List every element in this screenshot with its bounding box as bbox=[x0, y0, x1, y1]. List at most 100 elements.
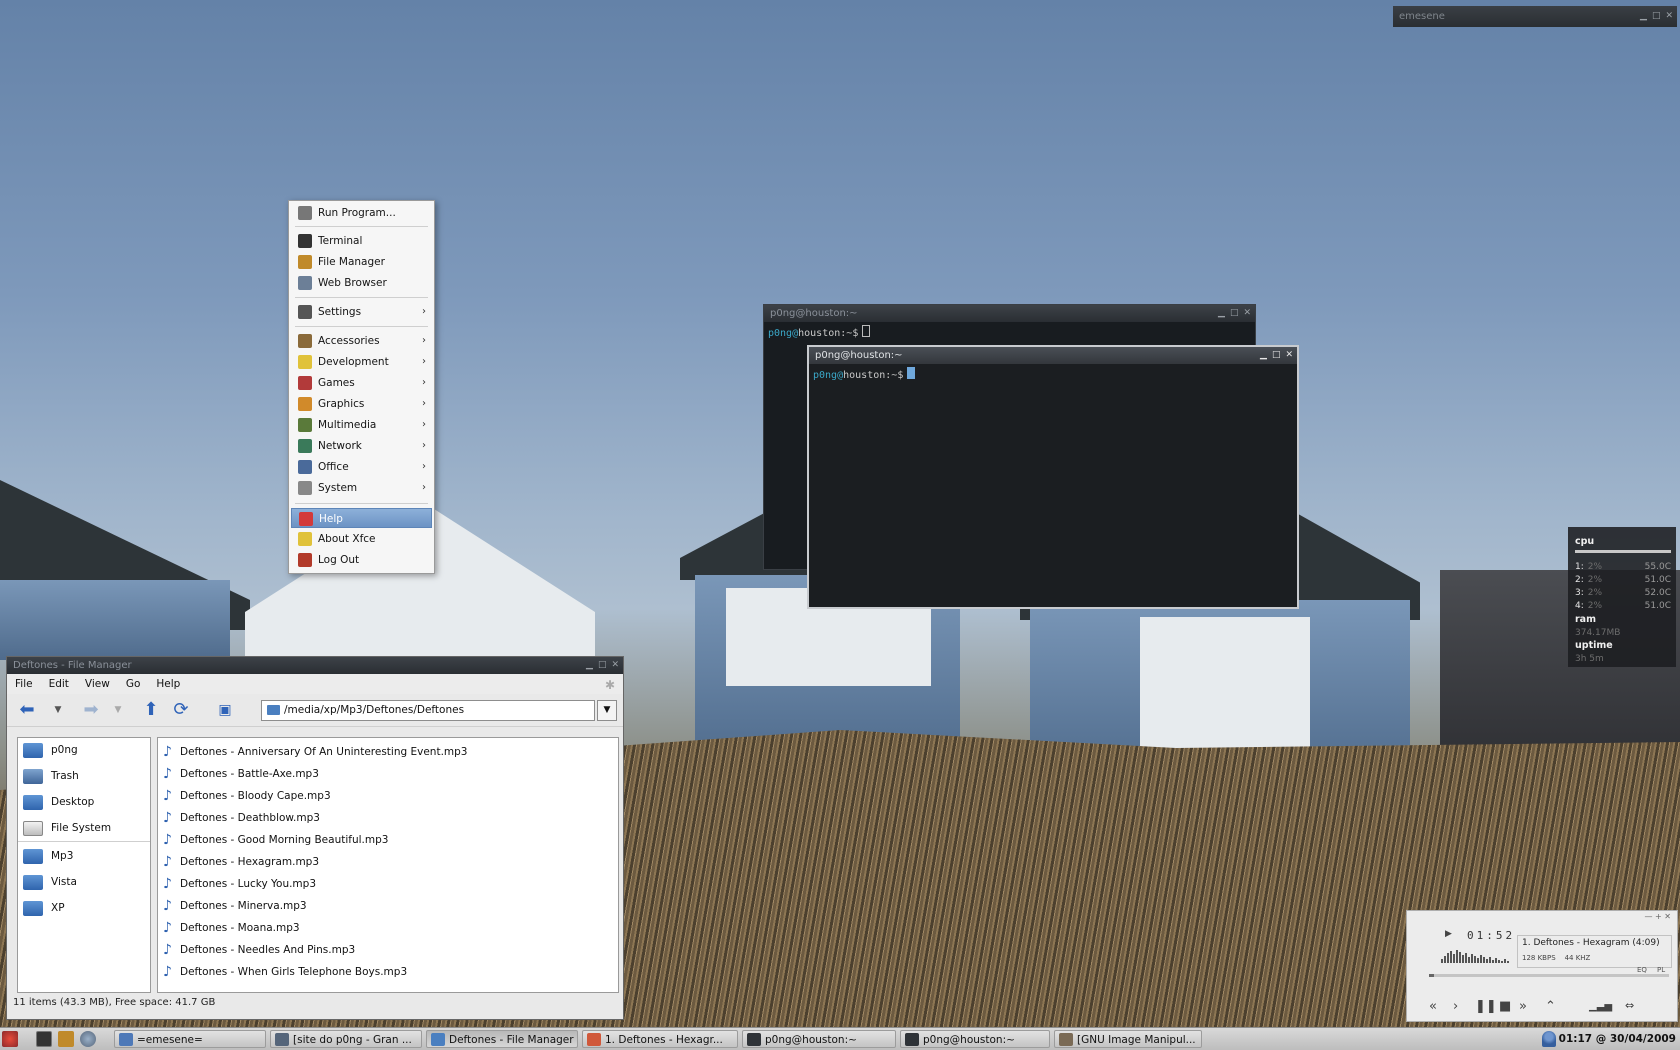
file-row[interactable]: ♪ Deftones - When Girls Telephone Boys.mp… bbox=[158, 961, 618, 983]
file-manager-titlebar[interactable]: Deftones - File Manager ▁ □ ✕ bbox=[7, 657, 623, 674]
minimize-icon[interactable]: ▁ bbox=[1640, 6, 1647, 27]
taskbar-button[interactable]: p0ng@houston:~ bbox=[742, 1030, 896, 1048]
player-window-controls[interactable]: — + ✕ bbox=[1645, 912, 1672, 921]
taskbar-button[interactable]: p0ng@houston:~ bbox=[900, 1030, 1050, 1048]
menu-item-multimedia[interactable]: Multimedia › bbox=[291, 415, 432, 435]
taskbar-button[interactable]: =emesene= bbox=[114, 1030, 266, 1048]
menu-item-office[interactable]: Office › bbox=[291, 457, 432, 477]
file-manager-launcher-icon[interactable] bbox=[58, 1031, 74, 1047]
terminal-front-content[interactable]: p0ng@houston:~$ bbox=[813, 367, 1293, 603]
sidebar-item-vista[interactable]: Vista bbox=[18, 870, 150, 894]
back-history-dropdown[interactable]: ▼ bbox=[53, 700, 63, 720]
sidebar-item-mp3[interactable]: Mp3 bbox=[18, 844, 150, 868]
equalizer-toggle[interactable]: EQ bbox=[1637, 966, 1647, 974]
browser-launcher-icon[interactable] bbox=[80, 1031, 96, 1047]
terminal-window-front[interactable]: p0ng@houston:~ ▁ □ ✕ p0ng@houston:~$ bbox=[807, 345, 1299, 609]
taskbar-button[interactable]: [GNU Image Manipul... bbox=[1054, 1030, 1202, 1048]
menu-item-terminal[interactable]: Terminal bbox=[291, 231, 432, 251]
menu-file[interactable]: File bbox=[7, 674, 41, 694]
playlist-toggle[interactable]: PL bbox=[1657, 966, 1665, 974]
file-row[interactable]: ♪ Deftones - Hexagram.mp3 bbox=[158, 851, 618, 873]
forward-history-dropdown[interactable]: ▼ bbox=[113, 700, 123, 720]
menu-item-run-program[interactable]: Run Program... bbox=[291, 203, 432, 223]
play-icon[interactable]: › bbox=[1453, 999, 1458, 1014]
file-row[interactable]: ♪ Deftones - Anniversary Of An Uninterest… bbox=[158, 741, 618, 763]
sidebar-item-desktop[interactable]: Desktop bbox=[18, 790, 150, 814]
next-track-icon[interactable]: » bbox=[1519, 999, 1527, 1014]
user-tray-icon[interactable] bbox=[1542, 1031, 1556, 1047]
volume-icon[interactable]: ▁▃▅ bbox=[1589, 1001, 1612, 1012]
menu-item-development[interactable]: Development › bbox=[291, 352, 432, 372]
sidebar-item-trash[interactable]: Trash bbox=[18, 764, 150, 788]
forward-arrow-icon[interactable]: ➡ bbox=[81, 700, 101, 720]
core-temperature: 51.0C bbox=[1644, 575, 1671, 585]
close-icon[interactable]: ✕ bbox=[611, 657, 619, 674]
terminal-icon bbox=[298, 234, 312, 248]
menu-item-label: Terminal bbox=[318, 235, 363, 247]
location-bar[interactable]: /media/xp/Mp3/Deftones/Deftones bbox=[261, 700, 595, 721]
close-icon[interactable]: ✕ bbox=[1285, 347, 1293, 364]
maximize-icon[interactable]: □ bbox=[1272, 347, 1281, 364]
pause-icon[interactable]: ❚❚ bbox=[1475, 999, 1497, 1014]
sidebar-item-xp[interactable]: XP bbox=[18, 896, 150, 920]
maximize-icon[interactable]: □ bbox=[598, 657, 607, 674]
taskbar-button[interactable]: 1. Deftones - Hexagr... bbox=[582, 1030, 738, 1048]
menu-item-help[interactable]: Help bbox=[291, 508, 432, 528]
terminal-front-titlebar[interactable]: p0ng@houston:~ ▁ □ ✕ bbox=[809, 347, 1297, 364]
file-row[interactable]: ♪ Deftones - Battle-Axe.mp3 bbox=[158, 763, 618, 785]
close-icon[interactable]: ✕ bbox=[1665, 6, 1673, 27]
sidebar-item-file-system[interactable]: File System bbox=[18, 816, 150, 840]
taskbar-button[interactable]: Deftones - File Manager bbox=[426, 1030, 578, 1048]
about-xfce-icon bbox=[298, 532, 312, 546]
menu-item-file-manager[interactable]: File Manager bbox=[291, 252, 432, 272]
minimize-icon[interactable]: ▁ bbox=[586, 657, 593, 674]
menu-edit[interactable]: Edit bbox=[41, 674, 77, 694]
terminal-back-titlebar[interactable]: p0ng@houston:~ ▁ □ ✕ bbox=[764, 305, 1255, 322]
menu-help[interactable]: Help bbox=[148, 674, 188, 694]
menu-item-system[interactable]: System › bbox=[291, 478, 432, 498]
minimize-icon[interactable]: ▁ bbox=[1260, 347, 1267, 364]
file-row[interactable]: ♪ Deftones - Deathblow.mp3 bbox=[158, 807, 618, 829]
stop-icon[interactable]: ■ bbox=[1499, 999, 1511, 1014]
core-temperature: 52.0C bbox=[1644, 588, 1671, 598]
file-row[interactable]: ♪ Deftones - Bloody Cape.mp3 bbox=[158, 785, 618, 807]
xfce-applications-menu[interactable]: Run Program... Terminal File Manager Web Br… bbox=[288, 200, 435, 574]
menu-item-label: Run Program... bbox=[318, 207, 396, 219]
terminal-launcher-icon[interactable] bbox=[36, 1031, 52, 1047]
seek-bar[interactable] bbox=[1429, 974, 1669, 977]
audio-player[interactable]: — + ✕ ▶ 01:52 1. Deftones - Hexagram (4:… bbox=[1406, 910, 1678, 1022]
reload-icon[interactable]: ⟳ bbox=[171, 700, 191, 720]
menu-item-about-xfce[interactable]: About Xfce bbox=[291, 529, 432, 549]
balance-icon[interactable]: ⇔ bbox=[1625, 999, 1634, 1012]
xfce-menu-button-icon[interactable] bbox=[2, 1031, 18, 1047]
menu-go[interactable]: Go bbox=[118, 674, 149, 694]
close-icon[interactable]: ✕ bbox=[1243, 305, 1251, 322]
menu-view[interactable]: View bbox=[77, 674, 118, 694]
taskbar: =emesene= [site do p0ng - Gran ... Deftone… bbox=[0, 1027, 1680, 1050]
file-manager-window[interactable]: Deftones - File Manager ▁ □ ✕ File Edit Vi… bbox=[6, 656, 624, 1020]
menu-item-accessories[interactable]: Accessories › bbox=[291, 331, 432, 351]
sidebar-item-p0ng[interactable]: p0ng bbox=[18, 738, 150, 762]
file-row[interactable]: ♪ Deftones - Needles And Pins.mp3 bbox=[158, 939, 618, 961]
menu-item-games[interactable]: Games › bbox=[291, 373, 432, 393]
maximize-icon[interactable]: □ bbox=[1230, 305, 1239, 322]
file-row[interactable]: ♪ Deftones - Good Morning Beautiful.mp3 bbox=[158, 829, 618, 851]
up-arrow-icon[interactable]: ⬆ bbox=[141, 700, 161, 720]
previous-track-icon[interactable]: « bbox=[1429, 999, 1437, 1014]
taskbar-button[interactable]: [site do p0ng - Gran ... bbox=[270, 1030, 422, 1048]
menu-item-settings[interactable]: Settings › bbox=[291, 302, 432, 322]
file-row[interactable]: ♪ Deftones - Lucky You.mp3 bbox=[158, 873, 618, 895]
eject-icon[interactable]: ⌃ bbox=[1545, 999, 1556, 1014]
file-row[interactable]: ♪ Deftones - Moana.mp3 bbox=[158, 917, 618, 939]
location-dropdown[interactable]: ▼ bbox=[597, 700, 617, 721]
file-row[interactable]: ♪ Deftones - Minerva.mp3 bbox=[158, 895, 618, 917]
menu-item-network[interactable]: Network › bbox=[291, 436, 432, 456]
menu-item-log-out[interactable]: Log Out bbox=[291, 550, 432, 570]
maximize-icon[interactable]: □ bbox=[1652, 6, 1661, 27]
back-arrow-icon[interactable]: ⬅ bbox=[17, 700, 37, 720]
minimize-icon[interactable]: ▁ bbox=[1218, 305, 1225, 322]
emesene-window[interactable]: emesene ▁ □ ✕ bbox=[1393, 6, 1677, 27]
home-folder-icon[interactable]: ▣ bbox=[215, 700, 235, 720]
menu-item-web-browser[interactable]: Web Browser bbox=[291, 273, 432, 293]
menu-item-graphics[interactable]: Graphics › bbox=[291, 394, 432, 414]
